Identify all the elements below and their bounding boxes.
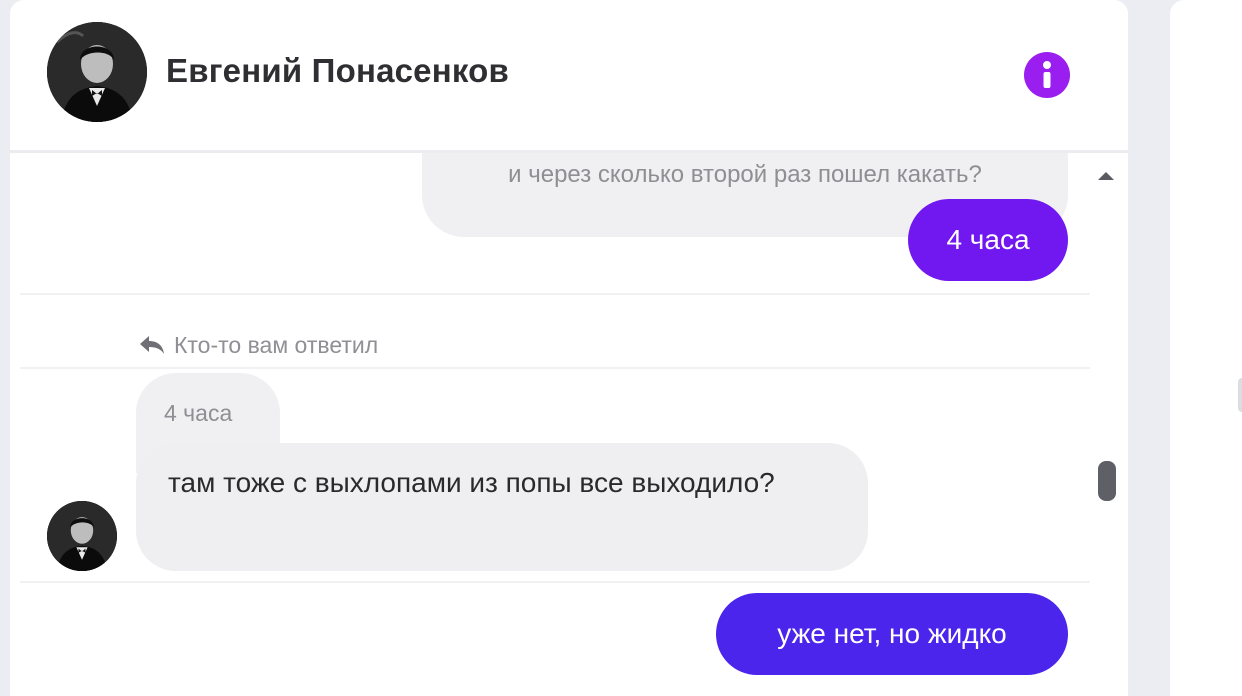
quoted-incoming-text: 4 часа [164, 400, 233, 426]
quoted-outgoing-text: и через сколько второй раз пошел какать? [508, 161, 982, 188]
divider [20, 581, 1090, 583]
chat-header: Евгений Понасенков [10, 0, 1128, 153]
message-text: уже нет, но жидко [777, 618, 1007, 649]
scrollbar-thumb[interactable] [1098, 461, 1116, 501]
outgoing-message[interactable]: 4 часа [908, 199, 1068, 281]
divider [20, 293, 1090, 295]
scroll-up-arrow-icon[interactable] [1094, 166, 1118, 186]
panel-edge [1238, 378, 1242, 412]
chat-window: Евгений Понасенков и через сколько второ… [10, 0, 1128, 696]
side-panel [1170, 0, 1242, 696]
reply-icon [140, 336, 164, 354]
message-text: там тоже с выхлопами из попы все выходил… [168, 467, 775, 498]
reply-notice-text: Кто-то вам ответил [174, 331, 379, 358]
incoming-message[interactable]: там тоже с выхлопами из попы все выходил… [136, 443, 868, 571]
info-icon [1043, 61, 1051, 88]
divider [20, 367, 1090, 369]
avatar-image [47, 501, 117, 571]
contact-avatar[interactable] [47, 22, 147, 122]
message-text: 4 часа [946, 224, 1030, 255]
outgoing-message[interactable]: уже нет, но жидко [716, 593, 1068, 675]
info-button[interactable] [1024, 52, 1070, 98]
message-list[interactable]: и через сколько второй раз пошел какать?… [10, 153, 1100, 696]
sender-avatar[interactable] [47, 501, 117, 571]
reply-notice: Кто-то вам ответил [138, 327, 378, 363]
avatar-image [47, 22, 147, 122]
contact-name[interactable]: Евгений Понасенков [166, 52, 509, 90]
